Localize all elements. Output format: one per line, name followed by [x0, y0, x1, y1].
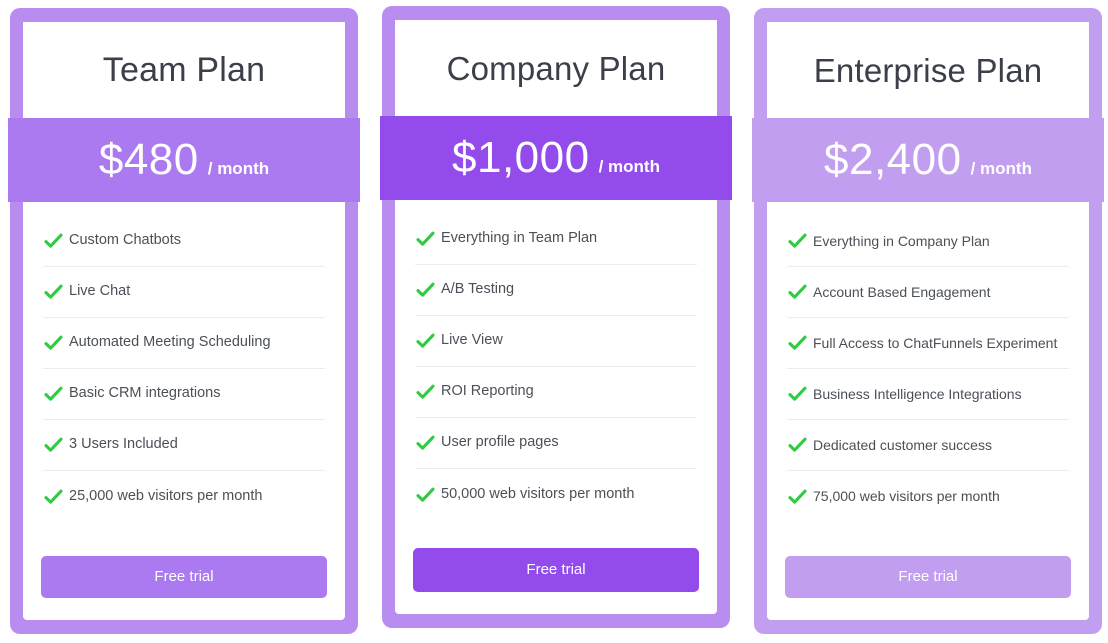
feature-label: Everything in Company Plan — [813, 232, 990, 249]
list-item: Dedicated customer success — [787, 420, 1069, 471]
feature-label: Live View — [441, 332, 503, 349]
list-item: Live View — [415, 316, 697, 367]
feature-label: Custom Chatbots — [69, 232, 182, 249]
plan-price-band: $2,400 / month — [752, 118, 1104, 202]
check-icon — [415, 230, 436, 248]
check-icon — [415, 383, 436, 401]
check-icon — [415, 486, 436, 504]
list-item: Full Access to ChatFunnels Experiment — [787, 318, 1069, 369]
list-item: Everything in Company Plan — [787, 216, 1069, 267]
feature-label: 75,000 web visitors per month — [813, 488, 1000, 505]
plan-title-area: Team Plan — [23, 22, 345, 118]
check-icon — [43, 232, 64, 250]
plan-price-band: $1,000 / month — [380, 116, 732, 200]
pricing-card-company: Company Plan $1,000 / month Everything i… — [380, 6, 732, 628]
cta-area: Free trial — [767, 540, 1089, 620]
plan-title-area: Company Plan — [395, 20, 717, 116]
feature-label: Full Access to ChatFunnels Experiment — [813, 334, 1058, 351]
list-item: Basic CRM integrations — [43, 369, 325, 420]
plan-price: $1,000 — [452, 133, 590, 182]
check-icon — [787, 283, 808, 301]
list-item: Custom Chatbots — [43, 216, 325, 267]
free-trial-button[interactable]: Free trial — [413, 548, 699, 592]
list-item: A/B Testing — [415, 265, 697, 316]
feature-label: 3 Users Included — [69, 436, 178, 453]
card-sheet: Company Plan $1,000 / month Everything i… — [380, 20, 732, 614]
list-item: Automated Meeting Scheduling — [43, 318, 325, 369]
list-item: 3 Users Included — [43, 420, 325, 471]
cta-area: Free trial — [23, 540, 345, 620]
check-icon — [43, 488, 64, 506]
check-icon — [43, 334, 64, 352]
cta-area: Free trial — [395, 532, 717, 614]
card-sheet: Team Plan $480 / month Custom Chatbots L… — [8, 22, 360, 620]
check-icon — [43, 385, 64, 403]
plan-price: $480 — [98, 135, 199, 184]
list-item: Live Chat — [43, 267, 325, 318]
check-icon — [787, 334, 808, 352]
free-trial-button[interactable]: Free trial — [785, 556, 1071, 598]
feature-label: Live Chat — [69, 283, 131, 300]
pricing-table: Team Plan $480 / month Custom Chatbots L… — [0, 0, 1108, 643]
check-icon — [415, 332, 436, 350]
feature-list: Everything in Company Plan Account Based… — [767, 202, 1089, 540]
card-sheet: Enterprise Plan $2,400 / month Everythin… — [752, 22, 1104, 620]
feature-label: ROI Reporting — [441, 383, 534, 400]
price-group: $2,400 / month — [824, 138, 1032, 182]
plan-billing-period: / month — [207, 159, 270, 178]
feature-label: Business Intelligence Integrations — [813, 385, 1022, 402]
list-item: User profile pages — [415, 418, 697, 469]
check-icon — [787, 488, 808, 506]
free-trial-button[interactable]: Free trial — [41, 556, 327, 598]
plan-billing-period: / month — [598, 157, 660, 176]
feature-list: Everything in Team Plan A/B Testing Live… — [395, 200, 717, 532]
check-icon — [787, 232, 808, 250]
feature-label: Automated Meeting Scheduling — [69, 334, 271, 351]
list-item: Account Based Engagement — [787, 267, 1069, 318]
feature-list: Custom Chatbots Live Chat Automated Meet… — [23, 202, 345, 540]
plan-title: Enterprise Plan — [813, 51, 1043, 89]
pricing-card-enterprise: Enterprise Plan $2,400 / month Everythin… — [752, 8, 1104, 634]
list-item: 75,000 web visitors per month — [787, 471, 1069, 522]
check-icon — [415, 434, 436, 452]
pricing-card-team: Team Plan $480 / month Custom Chatbots L… — [8, 8, 360, 634]
feature-label: Everything in Team Plan — [441, 230, 598, 247]
plan-billing-period: / month — [970, 159, 1032, 178]
feature-label: A/B Testing — [441, 281, 515, 298]
check-icon — [787, 436, 808, 454]
list-item: Business Intelligence Integrations — [787, 369, 1069, 420]
list-item: ROI Reporting — [415, 367, 697, 418]
check-icon — [43, 436, 64, 454]
check-icon — [787, 385, 808, 403]
plan-price-band: $480 / month — [8, 118, 360, 202]
feature-label: Dedicated customer success — [813, 436, 992, 453]
plan-title-area: Enterprise Plan — [767, 22, 1089, 118]
price-group: $480 / month — [99, 138, 269, 182]
feature-label: Account Based Engagement — [813, 283, 991, 300]
check-icon — [415, 281, 436, 299]
list-item: 25,000 web visitors per month — [43, 471, 325, 522]
list-item: 50,000 web visitors per month — [415, 469, 697, 520]
plan-title: Team Plan — [102, 51, 266, 89]
check-icon — [43, 283, 64, 301]
feature-label: 50,000 web visitors per month — [441, 485, 635, 502]
price-group: $1,000 / month — [452, 136, 660, 180]
feature-label: User profile pages — [441, 434, 559, 451]
plan-title: Company Plan — [446, 49, 666, 87]
feature-label: Basic CRM integrations — [69, 385, 221, 402]
list-item: Everything in Team Plan — [415, 214, 697, 265]
feature-label: 25,000 web visitors per month — [69, 487, 263, 504]
plan-price: $2,400 — [824, 135, 962, 184]
